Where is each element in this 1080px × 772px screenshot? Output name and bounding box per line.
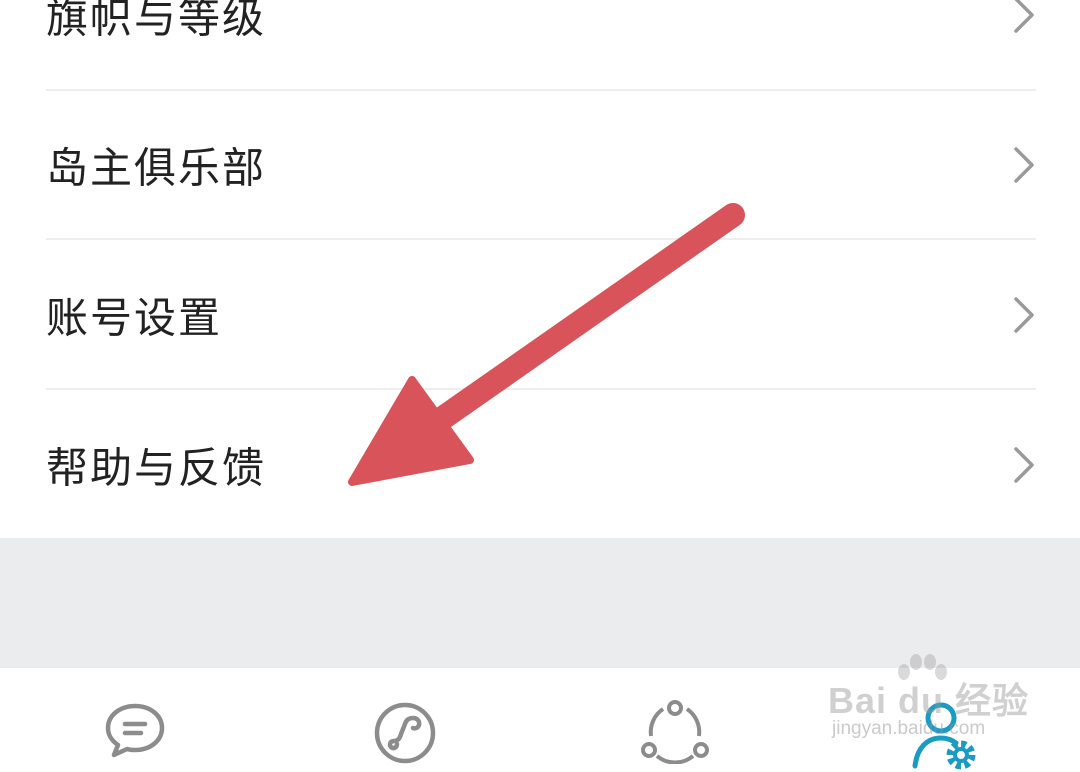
- bottom-tab-bar: [0, 668, 1080, 770]
- menu-item-island-owner-club[interactable]: 岛主俱乐部: [0, 90, 1080, 240]
- menu-item-label: 旗帜与等级: [46, 0, 267, 43]
- link-circle-icon: [374, 702, 436, 764]
- empty-gray-area: [0, 538, 1080, 668]
- menu-item-account-settings[interactable]: 账号设置: [0, 240, 1080, 390]
- share-nodes-icon: [641, 700, 709, 764]
- chevron-right-icon: [1014, 0, 1034, 33]
- menu-item-label: 岛主俱乐部: [46, 143, 267, 193]
- menu-item-help-and-feedback[interactable]: 帮助与反馈: [0, 390, 1080, 540]
- menu-item-label: 帮助与反馈: [46, 443, 267, 493]
- chevron-right-icon: [1014, 297, 1034, 333]
- chevron-right-icon: [1014, 147, 1034, 183]
- tab-discover[interactable]: [270, 668, 540, 768]
- settings-menu: 旗帜与等级 岛主俱乐部 账号设置 帮助与反馈: [0, 0, 1080, 538]
- chevron-right-icon: [1014, 447, 1034, 483]
- user-settings-icon: [912, 702, 976, 770]
- chat-bubble-icon: [105, 703, 165, 758]
- tab-circles[interactable]: [540, 668, 810, 768]
- tab-me[interactable]: [810, 668, 1080, 770]
- tab-messages[interactable]: [0, 668, 270, 768]
- menu-item-label: 账号设置: [46, 293, 223, 343]
- menu-item-flags-and-levels[interactable]: 旗帜与等级: [0, 0, 1080, 90]
